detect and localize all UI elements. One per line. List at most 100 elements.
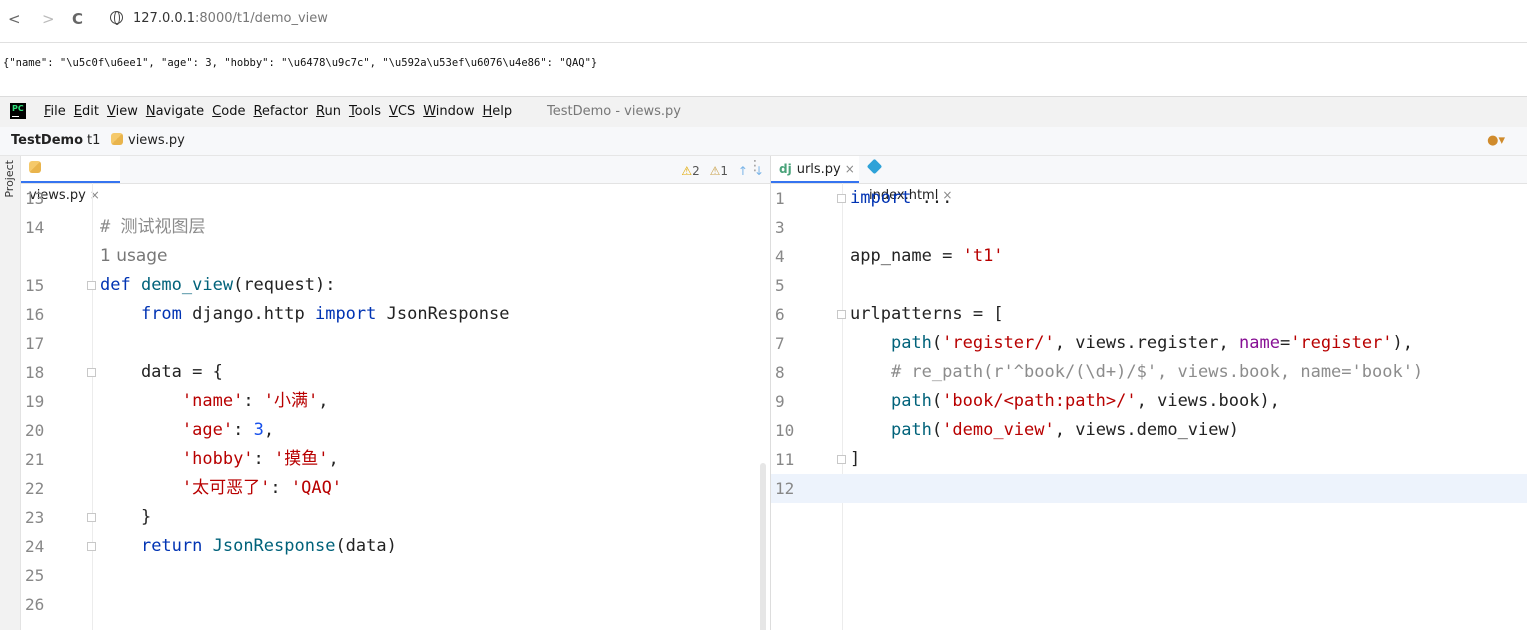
code-token: # 测试视图层 xyxy=(100,217,206,237)
django-icon: dj xyxy=(779,162,792,176)
close-icon[interactable]: × xyxy=(845,162,855,176)
fold-marker-icon[interactable] xyxy=(87,513,96,522)
fold-marker-icon[interactable] xyxy=(837,310,846,319)
json-response-text: {"name": "\u5c0f\u6ee1", "age": 3, "hobb… xyxy=(3,57,598,69)
code-line: 1 import ... xyxy=(771,184,1527,213)
next-highlight-icon[interactable]: ↓ xyxy=(754,164,764,178)
editor-views-py[interactable]: views.py × ⋮ ⚠2 ⚠1 ↑ ↓ 13 14 # 测试视图层 1 usage 1… xyxy=(21,156,771,630)
code-token: : xyxy=(253,449,275,469)
tab-views-py[interactable]: views.py × xyxy=(21,156,120,203)
menu-item-navigate[interactable]: Navigate xyxy=(146,104,204,119)
code-text: path('register/', views.register, name='… xyxy=(850,329,1413,358)
pycharm-logo-icon: PC xyxy=(10,103,26,119)
breadcrumb-project[interactable]: TestDemo xyxy=(11,133,83,148)
breadcrumb-file[interactable]: views.py xyxy=(111,133,185,148)
code-area[interactable]: 13 14 # 测试视图层 1 usage 15 def demo_view(reques… xyxy=(21,183,770,630)
line-number: 13 xyxy=(25,189,45,208)
fold-marker-icon[interactable] xyxy=(87,368,96,377)
line-number: 10 xyxy=(775,421,795,440)
code-token: , views.demo_view) xyxy=(1054,420,1239,440)
line-number: 1 xyxy=(775,189,785,208)
line-number: 18 xyxy=(25,363,45,382)
code-token: path xyxy=(890,333,932,353)
code-token: 'hobby' xyxy=(181,449,254,469)
forward-icon[interactable]: > xyxy=(42,10,55,28)
menu-item-code[interactable]: Code xyxy=(212,104,245,119)
previous-highlight-icon[interactable]: ↑ xyxy=(738,164,748,178)
editor-tabs-right: dj urls.py × index.html × xyxy=(771,156,1527,203)
menu-item-window[interactable]: Window xyxy=(423,104,474,119)
code-token: # re_path(r'^book/(\d+)/$', views.book, … xyxy=(890,362,1424,382)
reload-icon[interactable]: C xyxy=(72,10,83,28)
line-number: 7 xyxy=(775,334,785,353)
line-number: 26 xyxy=(25,595,45,614)
html-file-icon xyxy=(866,158,883,175)
fold-marker-icon[interactable] xyxy=(837,455,846,464)
editor-urls-py[interactable]: dj urls.py × index.html × 1 import ... 3 4 app_… xyxy=(771,156,1527,630)
code-line: 6 urlpatterns = [ xyxy=(771,300,1527,329)
menu-item-vcs[interactable]: VCS xyxy=(389,104,415,119)
menu-item-refactor[interactable]: Refactor xyxy=(253,104,308,119)
tab-label: urls.py xyxy=(796,162,841,177)
code-token: JsonResponse xyxy=(212,536,336,556)
code-text: 'name': '小满', xyxy=(100,387,329,416)
line-number: 22 xyxy=(25,479,45,498)
menu-item-run[interactable]: Run xyxy=(316,104,341,119)
code-token: ... xyxy=(921,188,953,208)
tab-urls-py[interactable]: dj urls.py × xyxy=(771,156,859,183)
code-text: app_name = 't1' xyxy=(850,242,1004,271)
code-token: , views.book), xyxy=(1136,391,1280,411)
code-text: ] xyxy=(850,445,860,474)
line-number: 12 xyxy=(775,479,795,498)
code-token: app_name = xyxy=(850,246,963,266)
ide-window: PC File Edit View Navigate Code Refactor Run To… xyxy=(0,96,1527,630)
code-line: 16 from django.http import JsonResponse xyxy=(21,300,770,329)
warning-icon: ⚠ xyxy=(681,164,693,178)
code-token: from xyxy=(140,304,193,324)
project-tool-button[interactable]: Project xyxy=(3,160,16,198)
menu-item-tools[interactable]: Tools xyxy=(349,104,381,119)
code-token: ( xyxy=(931,391,943,411)
fold-marker-icon[interactable] xyxy=(87,281,96,290)
code-token: : xyxy=(243,391,264,411)
code-line: 19 'name': '小满', xyxy=(21,387,770,416)
inspection-widget[interactable]: ⚠2 ⚠1 ↑ ↓ xyxy=(681,164,764,178)
menu-item-view[interactable]: View xyxy=(107,104,138,119)
code-text: 1 usage xyxy=(100,242,168,271)
breadcrumb-module[interactable]: t1 xyxy=(87,133,100,148)
python-file-icon xyxy=(111,133,123,145)
tab-index-html[interactable]: index.html × xyxy=(861,156,965,203)
code-text: 'age': 3, xyxy=(100,416,274,445)
menu-item-file[interactable]: File xyxy=(44,104,66,119)
code-text: return JsonResponse(data) xyxy=(100,532,397,561)
fold-marker-icon[interactable] xyxy=(87,542,96,551)
menu-bar: PC File Edit View Navigate Code Refactor Run To… xyxy=(0,97,1527,127)
code-token: ( xyxy=(931,333,943,353)
code-line: 21 'hobby': '摸鱼', xyxy=(21,445,770,474)
code-token: JsonResponse xyxy=(386,304,510,324)
code-text: urlpatterns = [ xyxy=(850,300,1004,329)
usage-hint[interactable]: 1 usage xyxy=(100,246,168,266)
scrollbar[interactable] xyxy=(760,463,766,630)
code-line: 18 data = { xyxy=(21,358,770,387)
code-token: 't1' xyxy=(962,246,1004,266)
fold-marker-icon[interactable] xyxy=(837,194,846,203)
code-area[interactable]: 1 import ... 3 4 app_name = 't1' 5 6 urlpattern… xyxy=(771,183,1527,630)
line-number: 21 xyxy=(25,450,45,469)
address-bar[interactable]: 127.0.0.1:8000/t1/demo_view xyxy=(110,11,328,26)
window-title: TestDemo - views.py xyxy=(547,104,681,119)
code-token: : xyxy=(270,478,291,498)
collaboration-icon[interactable]: ●▾ xyxy=(1487,133,1505,148)
menu-item-edit[interactable]: Edit xyxy=(74,104,99,119)
back-icon[interactable]: < xyxy=(8,10,21,28)
code-line: 8 # re_path(r'^book/(\d+)/$', views.book… xyxy=(771,358,1527,387)
browser-toolbar: < > C 127.0.0.1:8000/t1/demo_view xyxy=(0,0,1527,42)
line-number: 15 xyxy=(25,276,45,295)
code-line: 25 xyxy=(21,561,770,590)
code-token: ] xyxy=(850,449,861,469)
menu-item-help[interactable]: Help xyxy=(483,104,513,119)
